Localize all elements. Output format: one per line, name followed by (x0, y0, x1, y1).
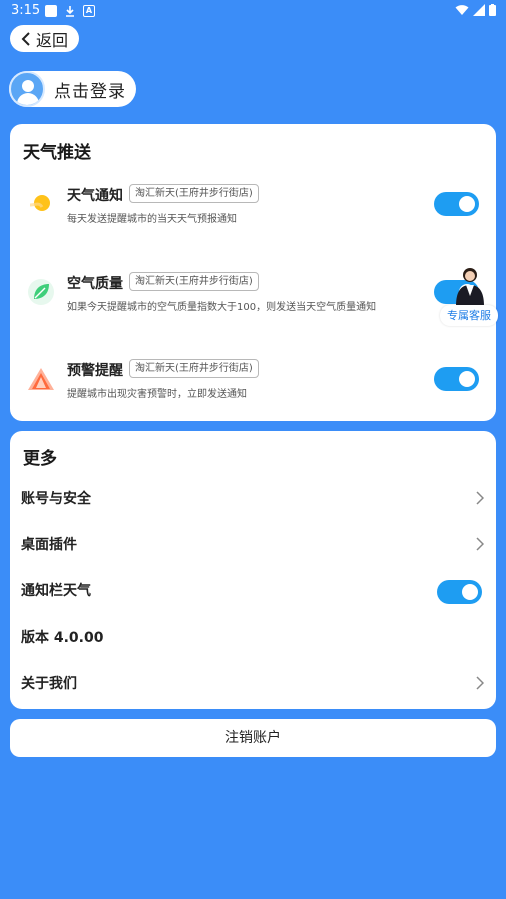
city-tag[interactable]: 淘汇新天(王府井步行街店) (129, 272, 259, 291)
avatar-body (17, 93, 39, 105)
push-item-desc: 如果今天提醒城市的空气质量指数大于100，则发送当天空气质量通知 (67, 302, 377, 313)
push-item-desc: 每天发送提醒城市的当天天气预报通知 (67, 214, 237, 225)
wifi-icon (455, 5, 469, 15)
version-label: 版本 4.0.00 (21, 630, 104, 646)
push-item-desc: 提醒城市出现灾害预警时，立即发送通知 (67, 389, 247, 400)
agent-avatar-icon (456, 268, 484, 306)
push-item-name: 预警提醒 (67, 363, 123, 379)
push-item-name: 空气质量 (67, 276, 123, 292)
chevron-right-icon (476, 537, 484, 551)
customer-service-button[interactable]: 专属客服 (440, 266, 498, 328)
row-label: 账号与安全 (21, 491, 91, 507)
chevron-right-icon (476, 676, 484, 690)
desktop-widget-row[interactable]: 桌面插件 (10, 522, 496, 568)
row-label: 通知栏天气 (21, 583, 91, 599)
push-card-title: 天气推送 (23, 143, 91, 163)
warning-toggle[interactable] (434, 367, 479, 391)
back-label: 返回 (35, 30, 68, 50)
row-label: 桌面插件 (21, 537, 77, 553)
version-row: 版本 4.0.00 (10, 615, 496, 661)
city-tag[interactable]: 淘汇新天(王府井步行街店) (129, 359, 259, 378)
status-right (455, 4, 496, 16)
weather-push-card: 天气推送 天气通知 淘汇新天(王府井步行街店) 每天发送提醒城市的当天天气预报通… (10, 124, 496, 421)
avatar (9, 71, 45, 107)
chevron-left-icon (21, 31, 30, 46)
notification-bar-weather-row: 通知栏天气 (10, 568, 496, 614)
back-button[interactable]: 返回 (10, 25, 79, 52)
sun-icon (29, 195, 50, 211)
status-bar: 3:15 A (0, 0, 506, 22)
more-card: 更多 账号与安全 桌面插件 通知栏天气 版本 4.0.00 关于我们 (10, 431, 496, 709)
login-button[interactable]: 点击登录 (9, 71, 136, 107)
service-label: 专属客服 (440, 305, 498, 326)
about-us-row[interactable]: 关于我们 (10, 661, 496, 707)
weather-notify-toggle[interactable] (434, 192, 479, 216)
warning-icon (28, 368, 54, 390)
chevron-right-icon (476, 491, 484, 505)
login-label: 点击登录 (54, 81, 126, 102)
push-item-weather: 天气通知 淘汇新天(王府井步行街店) 每天发送提醒城市的当天天气预报通知 (10, 184, 496, 255)
row-label: 关于我们 (21, 676, 77, 692)
signal-icon (473, 4, 485, 16)
cancel-account-button[interactable]: 注销账户 (10, 719, 496, 757)
more-card-title: 更多 (23, 449, 57, 469)
app-notification-icon (45, 5, 57, 17)
status-time: 3:15 (11, 3, 41, 18)
push-item-warning: 预警提醒 淘汇新天(王府井步行街店) 提醒城市出现灾害预警时，立即发送通知 (10, 359, 496, 430)
leaf-icon (28, 279, 54, 305)
avatar-head (22, 80, 34, 92)
notification-bar-weather-toggle[interactable] (437, 580, 482, 604)
push-item-air: 空气质量 淘汇新天(王府井步行街店) 如果今天提醒城市的空气质量指数大于100，… (10, 272, 496, 343)
download-icon (64, 5, 76, 17)
account-security-row[interactable]: 账号与安全 (10, 476, 496, 522)
push-item-name: 天气通知 (67, 188, 123, 204)
battery-icon (489, 4, 496, 16)
city-tag[interactable]: 淘汇新天(王府井步行街店) (129, 184, 259, 203)
a-notification-icon: A (83, 5, 95, 17)
